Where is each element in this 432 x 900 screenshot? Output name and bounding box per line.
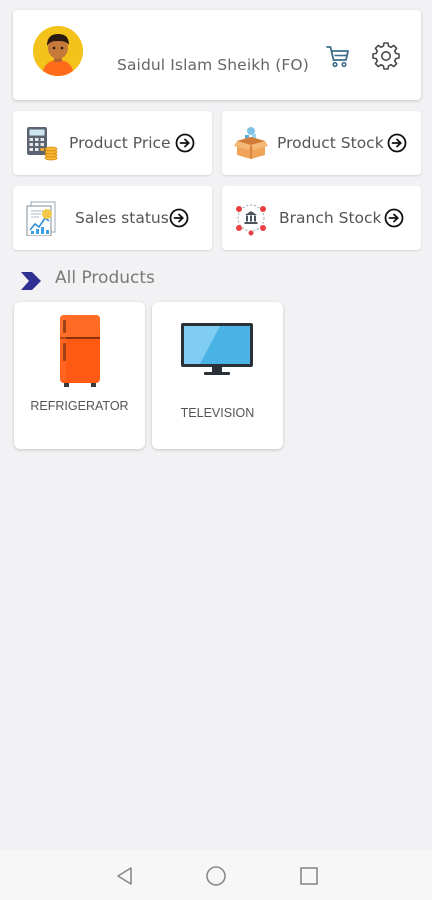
- product-card-refrigerator[interactable]: REFRIGERATOR: [14, 302, 145, 449]
- product-stock-tile[interactable]: Product Stock: [222, 111, 421, 175]
- refrigerator-icon: [60, 315, 100, 387]
- chevron-right-icon: [21, 272, 41, 290]
- sales-status-tile[interactable]: Sales status: [13, 186, 212, 250]
- product-label: TELEVISION: [180, 406, 255, 420]
- television-icon: [181, 323, 253, 375]
- branch-bank-icon: [236, 204, 266, 236]
- cart-button[interactable]: [325, 43, 351, 69]
- product-card-television[interactable]: TELEVISION: [152, 302, 283, 449]
- product-price-label: Product Price: [69, 134, 171, 152]
- arrow-right-circle-icon: [175, 133, 195, 153]
- app-screen: Saidul Islam Sheikh (FO) Product Price P…: [0, 0, 432, 900]
- section-title: All Products: [55, 268, 155, 288]
- arrow-right-circle-icon: [169, 208, 189, 228]
- cart-icon: [326, 46, 349, 68]
- arrow-right-circle-icon: [387, 133, 407, 153]
- branch-stock-tile[interactable]: Branch Stock: [222, 186, 421, 250]
- branch-stock-label: Branch Stock: [279, 209, 382, 227]
- sales-status-label: Sales status: [75, 209, 169, 227]
- product-stock-label: Product Stock: [277, 134, 384, 152]
- gear-icon: [372, 42, 400, 70]
- back-triangle-icon[interactable]: [113, 864, 137, 888]
- system-nav-bar: [0, 850, 432, 900]
- avatar[interactable]: [33, 26, 83, 76]
- product-price-tile[interactable]: Product Price: [13, 111, 212, 175]
- settings-button[interactable]: [372, 42, 400, 70]
- product-label: REFRIGERATOR: [30, 399, 129, 413]
- open-box-icon: [234, 127, 268, 159]
- profile-card: Saidul Islam Sheikh (FO): [13, 10, 421, 100]
- user-name: Saidul Islam Sheikh (FO): [117, 56, 309, 74]
- arrow-right-circle-icon: [384, 208, 404, 228]
- person-avatar-icon: [33, 26, 83, 76]
- calculator-coins-icon: [27, 127, 58, 161]
- recents-square-icon[interactable]: [297, 864, 321, 888]
- home-circle-icon[interactable]: [204, 864, 228, 888]
- sales-report-icon: [26, 201, 56, 236]
